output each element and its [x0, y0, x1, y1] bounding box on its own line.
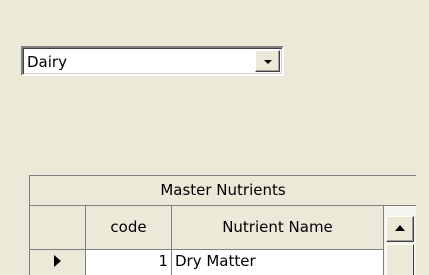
- herd-type-dropdown[interactable]: Dairy: [21, 46, 284, 76]
- scrollbar-thumb[interactable]: [386, 244, 414, 275]
- chevron-down-icon: [264, 60, 272, 64]
- herd-type-dropdown-value: Dairy: [27, 53, 67, 71]
- master-nutrients-grid: Master Nutrients code Nutrient Name 1 Dr…: [29, 175, 416, 275]
- row-selector-header: [30, 206, 86, 250]
- column-header-nutrient-name[interactable]: Nutrient Name: [172, 206, 384, 250]
- table-cell-code[interactable]: 1: [86, 250, 172, 275]
- grid-caption: Master Nutrients: [30, 176, 416, 206]
- current-row-pointer-icon: [54, 255, 61, 267]
- scroll-up-arrow-icon: [395, 225, 405, 231]
- scroll-up-button[interactable]: [386, 216, 414, 242]
- table-cell-nutrient-name[interactable]: Dry Matter: [172, 250, 384, 275]
- vertical-scrollbar[interactable]: [384, 206, 416, 275]
- dropdown-button[interactable]: [255, 50, 280, 72]
- column-header-code[interactable]: code: [86, 206, 172, 250]
- row-selector[interactable]: [30, 250, 86, 275]
